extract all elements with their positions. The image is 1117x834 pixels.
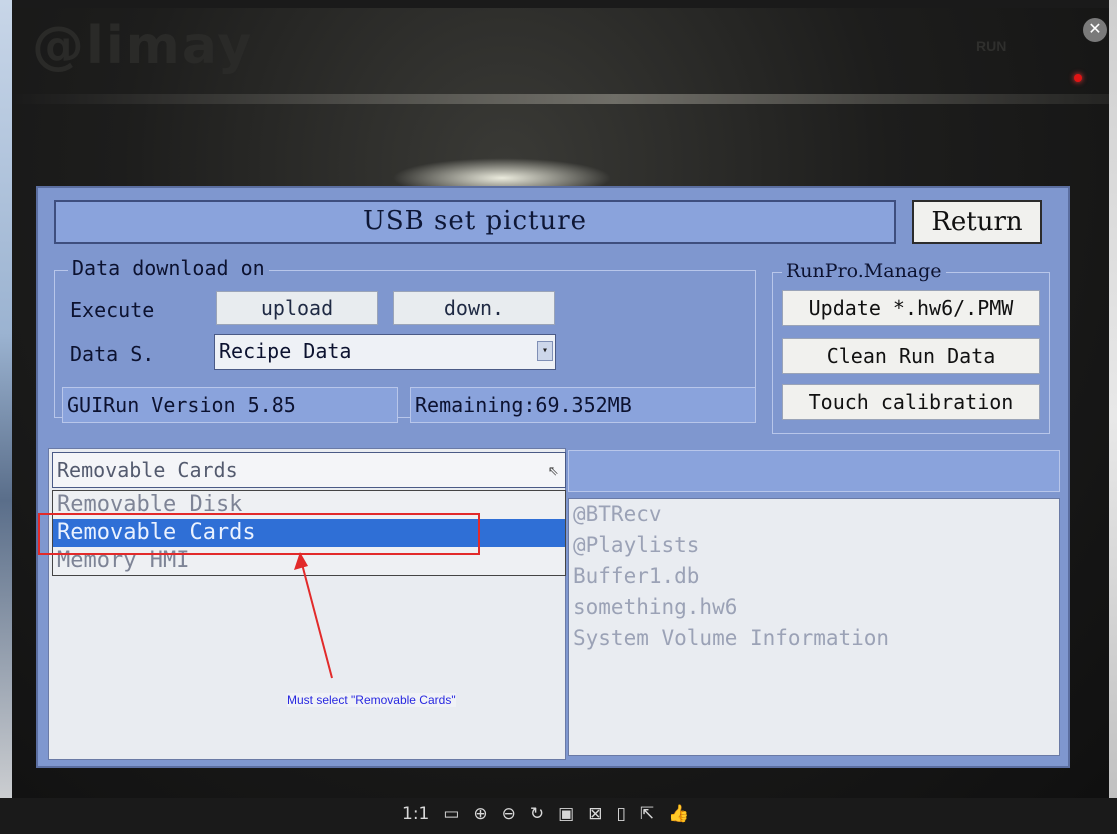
device-brand-logo: @limay <box>32 16 254 76</box>
upload-button[interactable]: upload <box>216 291 378 325</box>
desktop-right-strip <box>1109 0 1117 834</box>
zoom-out-icon[interactable]: ⊖ <box>502 804 516 824</box>
data-source-select[interactable]: Recipe Data ▾ <box>214 334 556 370</box>
storage-select-value: Removable Cards <box>57 458 238 482</box>
annotation-arrow-icon <box>294 552 333 679</box>
zoom-actual-size-button[interactable]: 1:1 <box>402 804 429 824</box>
title-bar: USB set picture <box>54 200 896 244</box>
list-item[interactable]: @BTRecv <box>569 499 1059 530</box>
update-button[interactable]: Update *.hw6/.PMW <box>782 290 1040 326</box>
run-label: RUN <box>976 38 1007 54</box>
list-item[interactable]: System Volume Information <box>569 623 1059 654</box>
file-list-header <box>568 450 1060 492</box>
list-item[interactable]: something.hw6 <box>569 592 1059 623</box>
list-item[interactable]: Buffer1.db <box>569 561 1059 592</box>
return-button[interactable]: Return <box>912 200 1042 244</box>
save-icon[interactable]: ▣ <box>558 804 574 824</box>
phone-icon[interactable]: ▯ <box>616 804 625 824</box>
thumbs-up-icon[interactable]: 👍 <box>668 804 689 824</box>
bookmark-icon[interactable]: ⊠ <box>588 804 602 824</box>
annotation-text: Must select "Removable Cards" <box>287 693 456 707</box>
run-led-indicator <box>1074 74 1082 82</box>
storage-select[interactable]: Removable Cards ⇖ <box>52 452 566 488</box>
execute-label: Execute <box>70 298 155 322</box>
data-source-label: Data S. <box>70 342 155 366</box>
data-source-value: Recipe Data <box>219 339 352 363</box>
close-icon[interactable]: ✕ <box>1083 18 1107 42</box>
rotate-icon[interactable]: ↻ <box>530 804 544 824</box>
clean-run-data-button[interactable]: Clean Run Data <box>782 338 1040 374</box>
chevron-down-icon[interactable]: ▾ <box>537 341 553 361</box>
runpro-label: RunPro.Manage <box>782 260 946 282</box>
data-download-label: Data download on <box>68 256 269 280</box>
screen-bezel-reflection <box>12 94 1109 104</box>
fit-screen-icon[interactable]: ▭ <box>443 804 459 824</box>
page-title: USB set picture <box>362 206 588 236</box>
zoom-in-icon[interactable]: ⊕ <box>473 804 487 824</box>
annotation-highlight-box <box>38 513 480 555</box>
hmi-screen: USB set picture Return Data download on … <box>36 186 1070 768</box>
file-list: @BTRecv @Playlists Buffer1.db something.… <box>568 498 1060 756</box>
desktop-left-strip <box>0 0 12 834</box>
cursor-icon: ⇖ <box>548 459 559 480</box>
touch-calibration-button[interactable]: Touch calibration <box>782 384 1040 420</box>
list-item[interactable]: @Playlists <box>569 530 1059 561</box>
download-button[interactable]: down. <box>393 291 555 325</box>
share-icon[interactable]: ⇱ <box>640 804 654 824</box>
remaining-field: Remaining:69.352MB <box>410 387 756 423</box>
version-field: GUIRun Version 5.85 <box>62 387 398 423</box>
viewer-toolbar: 1:1 ▭ ⊕ ⊖ ↻ ▣ ⊠ ▯ ⇱ 👍 <box>0 798 1117 834</box>
